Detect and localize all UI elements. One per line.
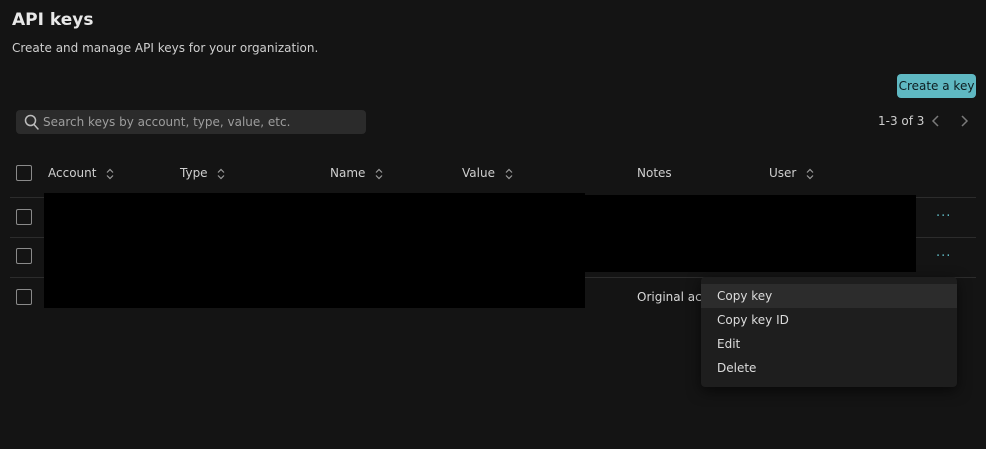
row-notes: Original acc <box>637 290 703 304</box>
search-input[interactable] <box>43 110 361 134</box>
pagination-range: 1-3 of 3 <box>878 114 925 128</box>
column-header-label: Account <box>48 166 97 180</box>
sort-icon <box>106 168 114 179</box>
row-checkbox[interactable] <box>16 248 32 264</box>
row-checkbox[interactable] <box>16 289 32 305</box>
create-key-button[interactable]: Create a key <box>897 74 976 98</box>
page-subtitle: Create and manage API keys for your orga… <box>12 41 319 55</box>
menu-item-edit[interactable]: Edit <box>701 332 957 356</box>
redacted-block <box>44 193 585 308</box>
column-header-label: Name <box>330 166 366 180</box>
chevron-right-icon[interactable] <box>957 113 971 129</box>
page-title: API keys <box>12 10 94 30</box>
column-header-label: Notes <box>637 166 672 180</box>
column-header-label: Value <box>462 166 495 180</box>
row-actions-button[interactable]: ··· <box>936 210 954 223</box>
sort-icon <box>505 168 513 179</box>
select-all-checkbox[interactable] <box>16 165 32 181</box>
api-keys-page: API keys Create and manage API keys for … <box>0 0 986 449</box>
column-header-label: Type <box>180 166 208 180</box>
column-header-notes: Notes <box>637 166 672 180</box>
column-header-account[interactable]: Account <box>48 166 114 180</box>
row-checkbox[interactable] <box>16 209 32 225</box>
column-header-user[interactable]: User <box>769 166 814 180</box>
sort-icon <box>806 168 814 179</box>
column-header-type[interactable]: Type <box>180 166 225 180</box>
search-box[interactable] <box>16 110 366 134</box>
column-header-label: User <box>769 166 797 180</box>
column-header-value[interactable]: Value <box>462 166 513 180</box>
menu-item-delete[interactable]: Delete <box>701 356 957 380</box>
sort-icon <box>375 168 383 179</box>
column-header-name[interactable]: Name <box>330 166 383 180</box>
row-context-menu: Copy key Copy key ID Edit Delete <box>701 277 957 387</box>
row-actions-button[interactable]: ··· <box>936 250 954 263</box>
menu-item-copy-key[interactable]: Copy key <box>701 284 957 308</box>
search-icon <box>24 114 39 130</box>
menu-item-copy-key-id[interactable]: Copy key ID <box>701 308 957 332</box>
chevron-left-icon[interactable] <box>929 113 943 129</box>
redacted-block <box>585 195 916 272</box>
sort-icon <box>217 168 225 179</box>
